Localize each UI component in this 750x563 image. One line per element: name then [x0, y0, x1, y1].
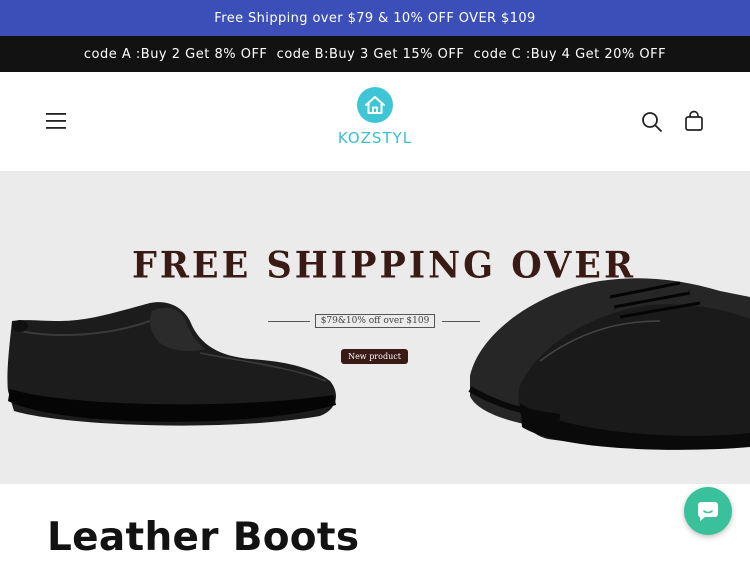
banner-subtitle-text: $79&10% off over $109 — [314, 314, 436, 328]
announcement-shipping-text: Free Shipping over $79 & 10% OFF OVER $1… — [214, 10, 536, 26]
search-button[interactable] — [638, 108, 666, 136]
new-product-badge: New product — [341, 349, 408, 364]
cart-button[interactable] — [680, 107, 708, 135]
chat-button[interactable] — [684, 487, 732, 535]
site-header: KOZSTYL — [0, 72, 750, 171]
chat-bubble-icon — [697, 502, 718, 521]
hamburger-icon — [46, 113, 66, 129]
hero-banner[interactable]: FREE SHIPPING OVER $79&10% off over $109… — [0, 171, 750, 484]
menu-button[interactable] — [40, 106, 72, 136]
announcement-bar-codes: code A :Buy 2 Get 8% OFF code B:Buy 3 Ge… — [0, 36, 750, 72]
search-icon — [642, 112, 662, 132]
cart-icon — [685, 110, 703, 131]
banner-title: FREE SHIPPING OVER — [131, 243, 637, 288]
collection-title: Leather Boots — [47, 515, 360, 560]
banner-subtitle: $79&10% off over $109 — [0, 314, 750, 328]
oxford-shoes-image — [468, 278, 750, 450]
announcement-codes-text: code A :Buy 2 Get 8% OFF code B:Buy 3 Ge… — [83, 46, 667, 62]
site-logo[interactable]: KOZSTYL — [325, 86, 425, 158]
announcement-bar-shipping: Free Shipping over $79 & 10% OFF OVER $1… — [0, 0, 750, 36]
logo-text: KOZSTYL — [337, 129, 413, 147]
house-icon — [357, 87, 393, 123]
